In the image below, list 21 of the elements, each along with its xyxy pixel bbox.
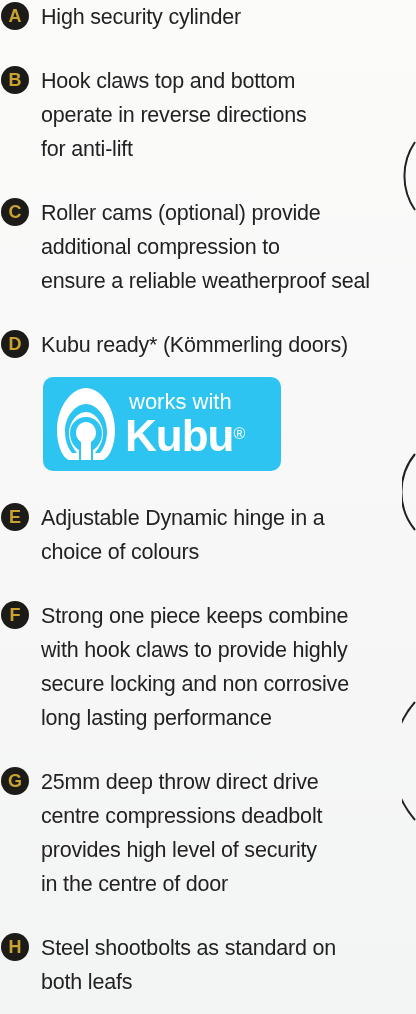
letter-badge: G: [1, 767, 29, 795]
letter-badge: H: [1, 933, 29, 961]
feature-text: High security cylinder: [41, 4, 241, 31]
feature-text: Kubu ready* (Kömmerling doors): [41, 332, 349, 359]
feature-text: Adjustable Dynamic hinge in a choice of colours: [41, 505, 325, 566]
keyhole-signal-icon: [55, 386, 117, 462]
logo-wordmark: Kubu: [125, 414, 234, 458]
feature-text: Hook claws top and bottom operate in reverse directions for anti-lift: [41, 68, 307, 163]
feature-text: Steel shootbolts as standard on both leafs: [41, 935, 336, 996]
logo-tagline: works with: [129, 390, 232, 414]
circle-outline-drawing: [402, 140, 416, 212]
letter-badge: F: [1, 601, 29, 629]
letter-badge: B: [1, 66, 29, 94]
letter-badge: C: [1, 198, 29, 226]
feature-text: Roller cams (optional) provide additional compression to ensure a reliable weatherproof seal: [41, 200, 370, 295]
letter-badge: D: [1, 330, 29, 358]
feature-text: 25mm deep throw direct drive centre compressions deadbolt provides high level of security in the centre of door: [41, 769, 323, 898]
letter-badge: A: [1, 2, 29, 30]
feature-text: Strong one piece keeps combine with hook claws to provide highly secure locking and non corrosive long lasting performance: [41, 603, 349, 732]
letter-badge: E: [1, 503, 29, 531]
registered-mark: ®: [233, 425, 246, 442]
